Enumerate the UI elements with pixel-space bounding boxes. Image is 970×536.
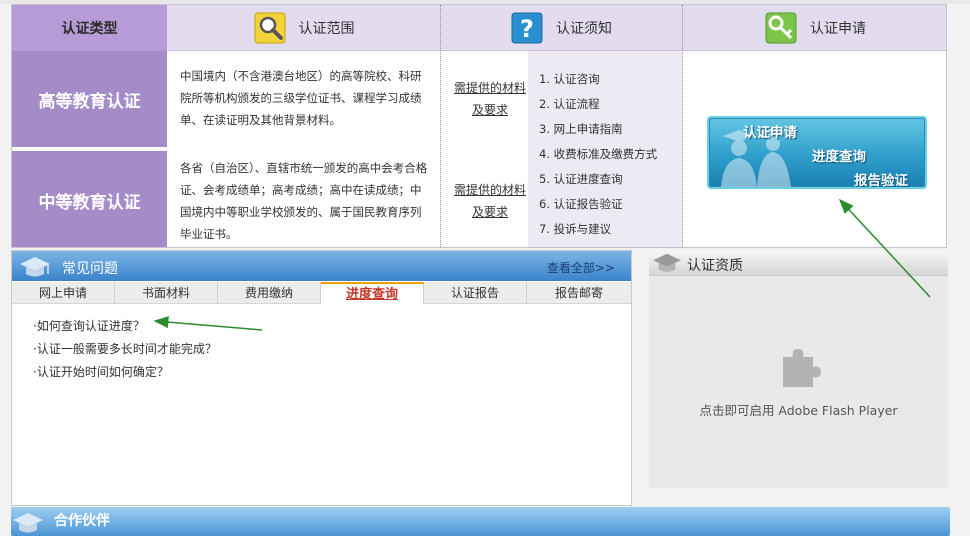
partners-bar: 合作伙伴: [11, 507, 950, 536]
faq-title: 常见问题: [62, 261, 118, 277]
plugin-puzzle-icon[interactable]: [777, 343, 823, 389]
faq-question[interactable]: ·认证一般需要多长时间才能完成？: [33, 338, 217, 361]
qualification-header: 认证资质: [649, 250, 948, 276]
partners-title: 合作伙伴: [54, 513, 110, 529]
notice-item[interactable]: 2. 认证流程: [539, 92, 657, 117]
divider: [682, 5, 683, 247]
notice-item[interactable]: 3. 网上申请指南: [539, 117, 657, 142]
faq-question[interactable]: ·认证开始时间如何确定？: [33, 361, 217, 384]
tab-cert-report[interactable]: 认证报告: [424, 282, 527, 304]
header-scope-label: 认证范围: [298, 21, 355, 37]
faq-question[interactable]: ·如何查询认证进度？: [33, 315, 217, 338]
flash-player-prompt[interactable]: 点击即可启用 Adobe Flash Player: [649, 400, 948, 419]
faq-tabs: 网上申请 书面材料 费用缴纳 进度查询 认证报告 报告邮寄: [12, 282, 631, 304]
header-cert-scope: 认证范围: [167, 5, 440, 51]
faq-question-list: ·如何查询认证进度？ ·认证一般需要多长时间才能完成？ ·认证开始时间如何确定？: [33, 315, 217, 384]
secondary-education-label: 中等教育认证: [12, 151, 167, 247]
faq-panel: 常见问题 查看全部>> 网上申请 书面材料 费用缴纳 进度查询 认证报告 报告邮…: [11, 250, 632, 506]
tab-written-materials[interactable]: 书面材料: [115, 282, 218, 304]
divider: [440, 5, 441, 247]
graduation-cap-icon: [20, 257, 50, 277]
notice-item[interactable]: 6. 认证报告验证: [539, 192, 657, 217]
svg-text:?: ?: [520, 15, 534, 43]
secondary-materials-link[interactable]: 需提供的材料及要求: [450, 179, 530, 223]
tab-report-mailing[interactable]: 报告邮寄: [527, 282, 631, 304]
header-apply-label: 认证申请: [810, 21, 866, 37]
qualification-panel: 认证资质 点击即可启用 Adobe Flash Player: [649, 250, 948, 488]
question-icon: ?: [510, 11, 544, 45]
table-header: 认证类型 认证范围 ? 认证须知 认证申请: [12, 5, 946, 51]
tab-online-apply[interactable]: 网上申请: [12, 282, 115, 304]
report-verify-link[interactable]: 报告验证: [854, 169, 908, 187]
qualification-title: 认证资质: [687, 258, 743, 274]
progress-query-link[interactable]: 进度查询: [812, 145, 866, 165]
magnifier-icon: [253, 11, 287, 45]
header-cert-apply: 认证申请: [682, 5, 946, 51]
header-cert-type: 认证类型: [12, 5, 167, 51]
notice-item[interactable]: 4. 收费标准及缴费方式: [539, 142, 657, 167]
tab-fee-payment[interactable]: 费用缴纳: [218, 282, 321, 304]
tab-progress-query[interactable]: 进度查询: [321, 282, 424, 304]
higher-education-scope: 中国境内（不含港澳台地区）的高等院校、科研院所等机构颁发的三级学位证书、课程学习…: [180, 69, 422, 127]
header-cert-notice: ? 认证须知: [440, 5, 682, 51]
graduation-cap-icon: [13, 513, 43, 533]
notice-item[interactable]: 7. 投诉与建议: [539, 217, 657, 242]
key-icon: [764, 11, 798, 45]
notice-item[interactable]: 5. 认证进度查询: [539, 167, 657, 192]
faq-header: 常见问题 查看全部>>: [12, 251, 631, 281]
graduation-cap-icon: [653, 253, 681, 272]
secondary-education-scope: 各省（自治区）、直辖市统一颁发的高中会考合格证、会考成绩单；高考成绩；高中在读成…: [180, 161, 428, 241]
higher-education-label: 高等教育认证: [12, 51, 167, 149]
higher-materials-link[interactable]: 需提供的材料及要求: [450, 77, 530, 121]
apply-link[interactable]: 认证申请: [743, 121, 797, 141]
header-notice-label: 认证须知: [556, 21, 612, 37]
apply-banner-button[interactable]: 认证申请 进度查询 报告验证: [707, 116, 927, 189]
faq-view-all-link[interactable]: 查看全部>>: [547, 259, 615, 276]
notice-item[interactable]: 1. 认证咨询: [539, 67, 657, 92]
notice-list: 1. 认证咨询 2. 认证流程 3. 网上申请指南 4. 收费标准及缴费方式 5…: [539, 67, 657, 242]
